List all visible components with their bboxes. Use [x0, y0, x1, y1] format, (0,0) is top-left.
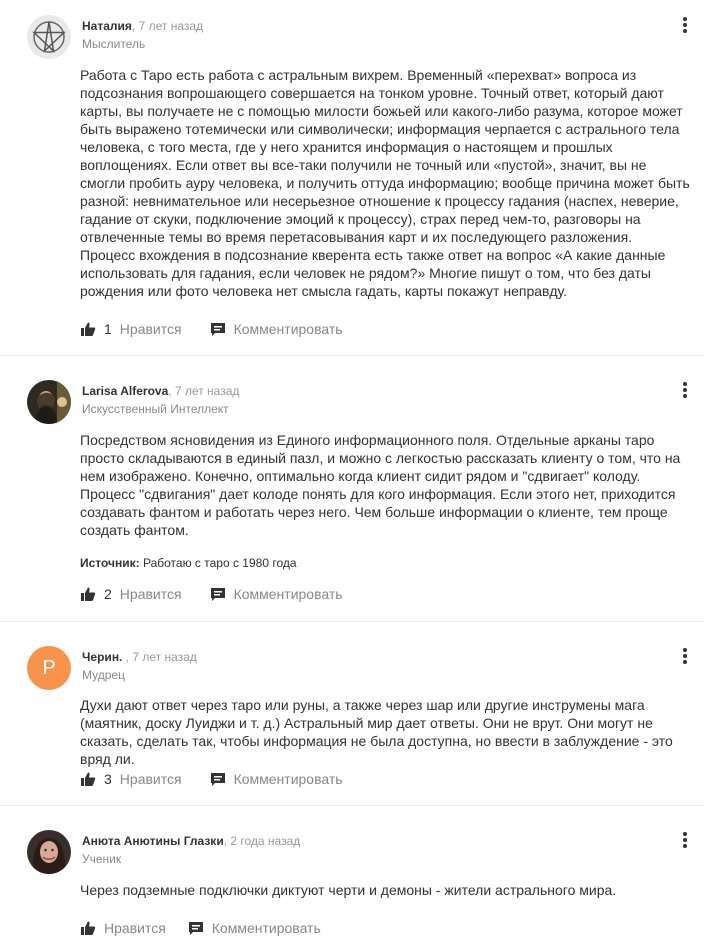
like-button[interactable]: Нравится — [120, 771, 182, 787]
comment-icon — [210, 586, 226, 602]
author-name[interactable]: Анюта Анютины Глазки — [82, 834, 224, 848]
author-line: Анюта Анютины Глазки, 2 года назад — [82, 834, 300, 848]
thumbs-up-icon[interactable] — [80, 920, 96, 936]
author-name[interactable]: Наталия — [82, 19, 132, 33]
source-label: Источник: — [80, 556, 140, 570]
answer-time: , 7 лет назад — [122, 650, 197, 664]
answer-text: Работа с Таро есть работа с астральным в… — [80, 67, 690, 299]
author-rank: Мыслитель — [82, 37, 146, 51]
avatar[interactable] — [27, 15, 71, 59]
avatar-letter: Р — [42, 656, 56, 679]
answer-actions: 1 Нравится Комментировать — [80, 319, 343, 339]
comment-button[interactable]: Комментировать — [210, 771, 343, 787]
answer-actions: 3 Нравится Комментировать — [80, 769, 343, 789]
pentagram-avatar-image — [27, 15, 71, 59]
author-rank: Мудрец — [82, 668, 125, 682]
comment-button[interactable]: Комментировать — [210, 586, 343, 602]
thumbs-up-icon[interactable] — [80, 586, 96, 602]
more-options-icon[interactable] — [680, 382, 690, 398]
author-line: Черин. , 7 лет назад — [82, 650, 197, 664]
avatar[interactable]: Р — [27, 646, 71, 690]
answer-text: Духи дают ответ через таро или руны, а т… — [80, 697, 673, 767]
more-options-icon[interactable] — [680, 17, 690, 33]
like-count: 3 — [104, 771, 112, 787]
comment-label: Комментировать — [233, 321, 343, 337]
like-button[interactable]: Нравится — [120, 586, 182, 602]
answer-time: , 7 лет назад — [131, 19, 204, 33]
like-count: 1 — [104, 321, 112, 337]
more-options-icon[interactable] — [680, 832, 690, 848]
source-text: Работаю с таро с 1980 года — [139, 556, 297, 570]
avatar[interactable] — [27, 380, 71, 424]
comment-label: Комментировать — [233, 586, 343, 602]
user-photo-avatar — [27, 830, 71, 874]
like-count: 2 — [104, 586, 112, 602]
answer-actions: 2 Нравится Комментировать — [80, 584, 343, 604]
comment-label: Комментировать — [211, 920, 321, 936]
answer-time: , 7 лет назад — [168, 384, 240, 398]
thumbs-up-icon[interactable] — [80, 321, 96, 337]
avatar[interactable] — [27, 830, 71, 874]
answer-source: Источник: Работаю с таро с 1980 года — [80, 556, 297, 570]
comment-icon — [188, 920, 204, 936]
user-photo-avatar — [27, 380, 71, 424]
comment-button[interactable]: Комментировать — [210, 321, 343, 337]
thumbs-up-icon[interactable] — [80, 771, 96, 787]
comment-label: Комментировать — [233, 771, 343, 787]
author-name[interactable]: Larisa Alferova — [82, 384, 168, 398]
answer-text: Посредством ясновидения из Единого инфор… — [80, 432, 681, 538]
answer-card: Larisa Alferova, 7 лет назад Искусственн… — [0, 356, 704, 621]
comment-icon — [210, 771, 226, 787]
answer-text: Через подземные подключки диктуют черти … — [80, 882, 617, 898]
comment-button[interactable]: Комментировать — [188, 920, 321, 936]
comment-icon — [210, 321, 226, 337]
answer-card: Наталия, 7 лет назад Мыслитель Работа с … — [0, 0, 704, 355]
answer-actions: Нравится Комментировать — [80, 918, 321, 938]
author-name[interactable]: Черин. — [82, 650, 122, 664]
answer-time: , 2 года назад — [223, 834, 301, 848]
answer-card: Анюта Анютины Глазки, 2 года назад Учени… — [0, 806, 704, 949]
more-options-icon[interactable] — [680, 648, 690, 664]
like-button[interactable]: Нравится — [120, 321, 182, 337]
answer-card: Р Черин. , 7 лет назад Мудрец Духи дают … — [0, 622, 704, 805]
author-rank: Ученик — [82, 852, 122, 866]
author-rank: Искусственный Интеллект — [82, 402, 229, 416]
author-line: Наталия, 7 лет назад — [82, 19, 203, 33]
like-button[interactable]: Нравится — [104, 920, 166, 936]
author-line: Larisa Alferova, 7 лет назад — [82, 384, 239, 398]
